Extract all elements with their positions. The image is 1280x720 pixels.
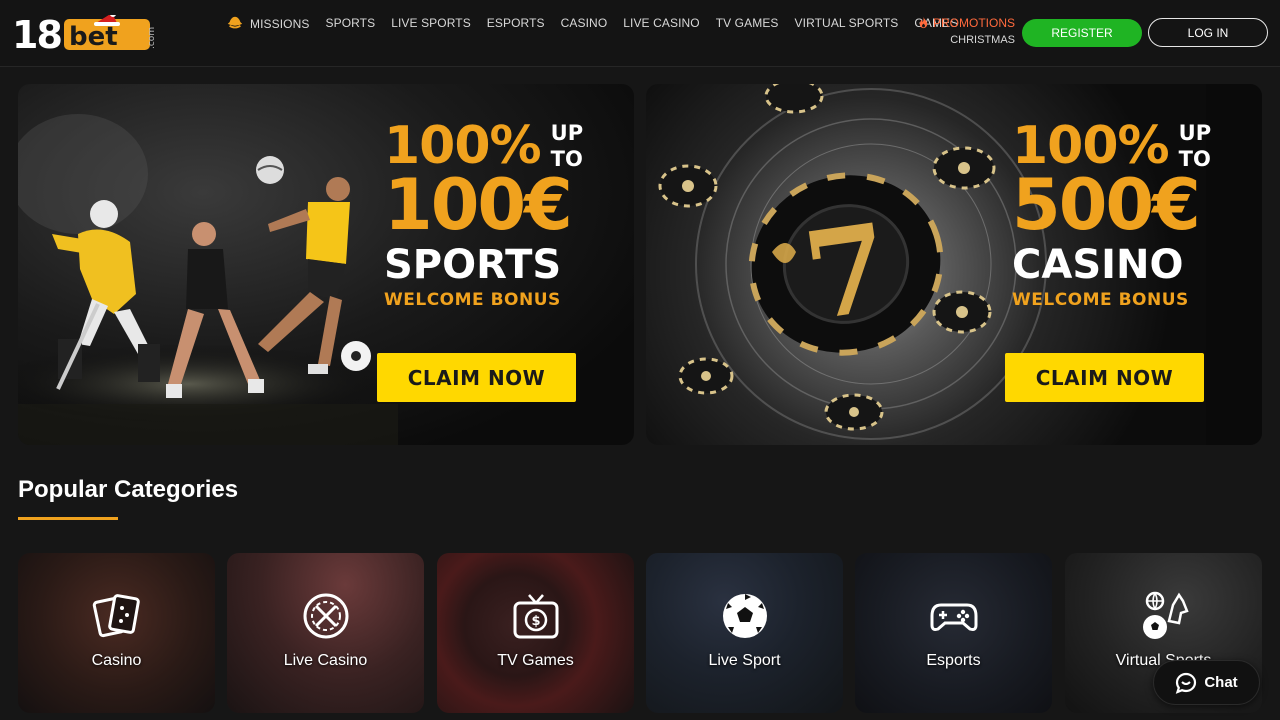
title-underline (18, 517, 118, 520)
category-casino[interactable]: Casino (18, 553, 215, 713)
virtual-sports-icon (1143, 591, 1189, 639)
category-live-sport[interactable]: Live Sport (646, 553, 843, 713)
main-nav: Missions Sports Live Sports Esports Casi… (226, 0, 974, 67)
nav-esports[interactable]: Esports (487, 0, 545, 30)
category-label: Casino (91, 652, 142, 669)
svg-text:bet: bet (69, 22, 118, 51)
claim-sports-bonus-button[interactable]: CLAIM NOW (377, 353, 576, 402)
nav-live-sports[interactable]: Live Sports (391, 0, 471, 30)
chat-bubble-icon (1176, 672, 1197, 694)
category-live-casino[interactable]: Live Casino (227, 553, 424, 713)
category-label: Live Casino (283, 652, 368, 669)
gamepad-icon (930, 603, 978, 631)
register-button[interactable]: Register (1022, 19, 1142, 47)
missions-hat-icon (227, 16, 243, 29)
nav-sports[interactable]: Sports (325, 0, 375, 30)
nav-tv-games[interactable]: TV Games (716, 0, 779, 30)
nav-label: Live Sports (391, 16, 471, 30)
nav-casino[interactable]: Casino (561, 0, 608, 30)
bonus-caption: WELCOME BONUS (1012, 290, 1189, 310)
svg-text:.com: .com (147, 27, 157, 49)
chat-label: Chat (1204, 674, 1238, 691)
popular-categories-title: Popular Categories (18, 476, 239, 503)
login-button[interactable]: Log In (1148, 18, 1268, 47)
promotions-sub-label: Christmas (950, 34, 1015, 46)
promotions-row: Promotions (919, 15, 1015, 30)
top-header: 18 bet .com Missions Sports Live Sports … (0, 0, 1280, 67)
bonus-amount: 500€ (1012, 164, 1201, 246)
nav-label: Esports (486, 16, 545, 30)
nav-label: Casino (560, 16, 608, 30)
nav-label: Virtual Sports (794, 16, 899, 30)
bonus-caption: WELCOME BONUS (384, 290, 561, 310)
svg-text:18: 18 (12, 15, 61, 51)
soccer-ball-icon (723, 594, 767, 638)
nav-label: TV Games (715, 16, 779, 30)
chat-button[interactable]: Chat (1153, 660, 1260, 705)
bonus-amount: 100€ (384, 164, 573, 246)
nav-label: Sports (325, 16, 376, 30)
fire-icon (919, 16, 928, 29)
nav-missions[interactable]: Missions (226, 0, 309, 32)
casino-banner-text: 100% UP TO 500€ CASINO WELCOME BONUS (1012, 118, 1212, 312)
nav-label: Live Casino (623, 16, 700, 30)
category-label: Esports (926, 652, 981, 669)
svg-text:$: $ (531, 614, 540, 629)
sports-banner-text: 100% UP TO 100€ SPORTS WELCOME BONUS (384, 118, 584, 312)
sports-welcome-banner[interactable]: 100% UP TO 100€ SPORTS WELCOME BONUS CLA… (18, 84, 634, 445)
category-label: Live Sport (708, 652, 781, 669)
site-logo[interactable]: 18 bet .com (12, 15, 164, 51)
tv-icon: $ (513, 594, 559, 639)
casino-welcome-banner[interactable]: 7 100% UP TO 500€ CASINO WELCOME BONUS C… (646, 84, 1262, 445)
promotions-label: Promotions (932, 15, 1015, 30)
nav-label: Missions (250, 17, 310, 31)
roulette-icon (303, 593, 349, 639)
cards-icon (92, 594, 140, 638)
bonus-kind: CASINO (1012, 242, 1184, 288)
category-label: TV Games (497, 652, 574, 669)
claim-casino-bonus-button[interactable]: CLAIM NOW (1005, 353, 1204, 402)
category-esports[interactable]: Esports (855, 553, 1052, 713)
nav-live-casino[interactable]: Live Casino (623, 0, 699, 30)
bonus-kind: SPORTS (384, 242, 562, 288)
nav-promotions[interactable]: Promotions Christmas (919, 15, 1015, 46)
nav-virtual-sports[interactable]: Virtual Sports (795, 0, 899, 30)
category-tv-games[interactable]: $ TV Games (437, 553, 634, 713)
